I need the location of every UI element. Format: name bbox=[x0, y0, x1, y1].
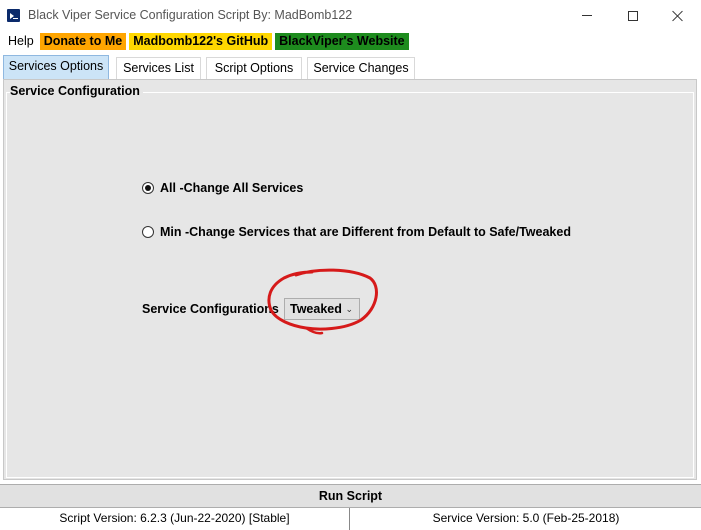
service-configuration-panel: Service Configuration All -Change All Se… bbox=[3, 79, 697, 480]
group-box-border bbox=[6, 92, 694, 478]
tab-services-list[interactable]: Services List bbox=[116, 57, 201, 79]
radio-min-button[interactable] bbox=[142, 226, 154, 238]
service-configuration-dropdown[interactable]: Tweaked ⌄ bbox=[284, 298, 360, 320]
menu-github[interactable]: Madbomb122's GitHub bbox=[129, 32, 273, 50]
menu-bar: Help Donate to Me Madbomb122's GitHub Bl… bbox=[0, 31, 701, 51]
script-version-status: Script Version: 6.2.3 (Jun-22-2020) [Sta… bbox=[0, 508, 350, 530]
minimize-button[interactable] bbox=[564, 0, 610, 31]
run-script-button[interactable]: Run Script bbox=[0, 484, 701, 508]
close-icon bbox=[672, 10, 684, 22]
tab-service-changes[interactable]: Service Changes bbox=[307, 57, 415, 79]
tab-services-options[interactable]: Services Options bbox=[3, 55, 109, 79]
window-title: Black Viper Service Configuration Script… bbox=[28, 8, 353, 22]
tab-strip: Services Options Services List Script Op… bbox=[0, 55, 701, 79]
menu-donate[interactable]: Donate to Me bbox=[39, 32, 127, 50]
chevron-down-icon: ⌄ bbox=[345, 304, 353, 314]
close-button[interactable] bbox=[655, 0, 701, 31]
service-configurations-label: Service Configurations bbox=[142, 302, 279, 316]
dropdown-value: Tweaked bbox=[290, 302, 342, 316]
radio-all-button[interactable] bbox=[142, 182, 154, 194]
menu-website[interactable]: BlackViper's Website bbox=[275, 32, 409, 50]
maximize-icon bbox=[628, 10, 638, 21]
maximize-button[interactable] bbox=[610, 0, 656, 31]
minimize-icon bbox=[582, 15, 592, 16]
radio-min-label: Min -Change Services that are Different … bbox=[160, 225, 571, 239]
service-version-status: Service Version: 5.0 (Feb-25-2018) bbox=[432, 511, 620, 525]
radio-all-option[interactable]: All -Change All Services bbox=[142, 181, 303, 195]
group-title: Service Configuration bbox=[10, 84, 143, 98]
menu-help[interactable]: Help bbox=[5, 34, 37, 48]
title-bar: Black Viper Service Configuration Script… bbox=[0, 0, 701, 31]
status-bar: Script Version: 6.2.3 (Jun-22-2020) [Sta… bbox=[0, 508, 701, 530]
powershell-icon bbox=[7, 9, 20, 22]
tab-script-options[interactable]: Script Options bbox=[206, 57, 302, 79]
radio-all-label: All -Change All Services bbox=[160, 181, 304, 195]
radio-min-option[interactable]: Min -Change Services that are Different … bbox=[142, 225, 571, 239]
